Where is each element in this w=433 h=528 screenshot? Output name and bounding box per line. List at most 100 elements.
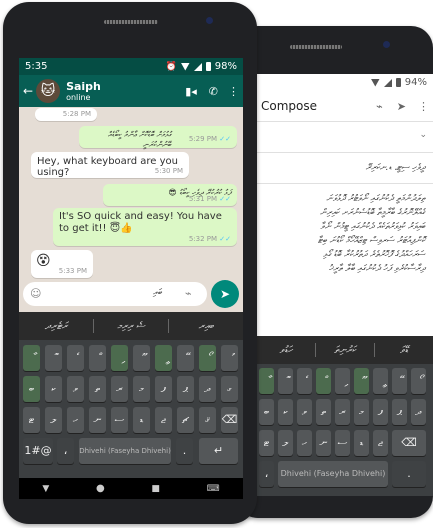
body-line: ގެއްލޭނޮރުގެ ބާރާމީތާ ބޮޑުސެނުރަށ ކައިރި… [320, 208, 425, 218]
key[interactable]: ޓ [23, 407, 40, 433]
send-button[interactable]: ➤ [211, 280, 239, 308]
contact-block[interactable]: Saiph online [66, 80, 101, 102]
recents-nav-icon[interactable]: ■ [151, 484, 160, 494]
key[interactable]: ގ [221, 376, 238, 402]
key[interactable]: ޯ [411, 368, 426, 394]
emoji-icon[interactable]: ☺ [30, 287, 41, 300]
comma-key[interactable]: ، [259, 461, 274, 487]
key[interactable]: ފ [155, 376, 172, 402]
key[interactable]: ް [89, 345, 106, 371]
key[interactable]: ޓ [259, 430, 274, 456]
chevron-down-icon[interactable]: ⌄ [419, 130, 427, 140]
key[interactable]: ދ [199, 376, 216, 402]
key[interactable]: ކ [45, 376, 62, 402]
key[interactable]: ނ [89, 407, 106, 433]
key[interactable]: ތ [316, 399, 331, 425]
phone-call-icon[interactable]: ✆ [209, 85, 218, 98]
key[interactable]: ރ [335, 399, 350, 425]
message-outgoing[interactable]: ގުޅުމަށް ބޮޑުކޮށް ޢާންމު ކީބޯޑެއް ބޭނުން… [79, 126, 237, 149]
key[interactable]: ީ [155, 345, 172, 371]
more-icon[interactable]: ⋮ [228, 85, 239, 98]
key[interactable]: ބ [23, 376, 40, 402]
key[interactable]: މ [354, 399, 369, 425]
message-time: 5:33 PM [58, 267, 87, 275]
key[interactable]: ް [316, 368, 331, 394]
back-suggestion[interactable]: ކަރުނިތަ [316, 345, 374, 356]
keyboard-switch-icon[interactable]: ⌨ [207, 484, 220, 494]
enter-key[interactable]: ↵ [199, 438, 238, 464]
message-outgoing[interactable]: ފަޅު ކުރުކުރޭ ދިވެހި ކީބޯޑު 😎 5:31 PM ✓✓ [103, 184, 237, 206]
key[interactable]: ޕ [177, 376, 194, 402]
key[interactable]: ވ [67, 376, 84, 402]
key[interactable]: ޖ [155, 407, 172, 433]
space-key[interactable]: Dhivehi (Faseyha Dhivehi) [79, 438, 171, 464]
key[interactable]: ޫ [354, 368, 369, 394]
key[interactable]: ކ [278, 399, 293, 425]
key[interactable]: ޗ [177, 407, 194, 433]
attach-icon[interactable]: ⌁ [185, 287, 192, 300]
message-incoming[interactable]: 😵 5:33 PM [31, 250, 93, 278]
key[interactable]: ާ [23, 345, 40, 371]
email-body[interactable]: ތިލަދުންމަތީ ދެކުނުގައި ނޯވަޓުރު ދޮޅުވަނ… [257, 184, 433, 284]
key[interactable]: ޫ [133, 345, 150, 371]
key[interactable]: ވ [297, 399, 312, 425]
back-suggestion[interactable]: ހަޑުވ [257, 345, 315, 356]
back-status-bar: 94% [257, 74, 433, 91]
key[interactable]: ނ [316, 430, 331, 456]
key[interactable]: ޭ [392, 368, 407, 394]
key[interactable]: ޮ [278, 368, 293, 394]
symbols-key[interactable]: 1#@ [23, 438, 53, 464]
compose-field[interactable]: ☺ ބައި ⌁ [23, 282, 207, 306]
key[interactable]: ި [111, 345, 128, 371]
message-incoming[interactable]: 5:28 PM [35, 108, 97, 121]
key[interactable]: ޭ [177, 345, 194, 371]
period-key[interactable]: . [392, 461, 426, 487]
key[interactable]: ޯ [199, 345, 216, 371]
key[interactable]: ޮ [45, 345, 62, 371]
back-suggestion-strip: ހަޑުވ ކަރުނިތަ ޑޭވަ [257, 336, 433, 364]
home-nav-icon[interactable]: ● [96, 483, 105, 494]
key[interactable]: ދ [411, 399, 426, 425]
suggestion[interactable]: ބއިރ [169, 321, 243, 332]
key[interactable]: ެ [297, 368, 312, 394]
key[interactable]: ޤ [199, 407, 216, 433]
key[interactable]: މ [133, 376, 150, 402]
key[interactable]: ޖ [373, 430, 388, 456]
backspace-key[interactable]: ⌫ [392, 430, 426, 456]
key[interactable]: ފ [373, 399, 388, 425]
back-arrow-icon[interactable]: ← [23, 84, 33, 98]
key[interactable]: ޑ [133, 407, 150, 433]
key[interactable]: ޕ [392, 399, 407, 425]
back-nav-icon[interactable]: ▼ [42, 484, 49, 494]
send-icon[interactable]: ➤ [397, 100, 406, 113]
back-suggestion[interactable]: ޑޭވަ [375, 345, 433, 356]
key[interactable]: ރ [111, 376, 128, 402]
key[interactable]: ެ [67, 345, 84, 371]
comma-key[interactable]: ، [57, 438, 74, 464]
more-icon[interactable]: ⋮ [418, 100, 429, 113]
message-incoming[interactable]: Hey, what keyboard are you using? 5:30 P… [31, 152, 189, 178]
avatar[interactable]: 🐱 [36, 79, 61, 103]
key[interactable]: ހ [67, 407, 84, 433]
key[interactable]: ާ [259, 368, 274, 394]
suggestion[interactable]: ރަޓެރިދ [19, 321, 93, 332]
key[interactable]: ތ [89, 376, 106, 402]
key[interactable]: ބ [259, 399, 274, 425]
key[interactable]: ލ [45, 407, 62, 433]
key[interactable]: ޑ [354, 430, 369, 456]
key[interactable]: ި [335, 368, 350, 394]
video-call-icon[interactable]: ▮◂ [185, 85, 197, 98]
key[interactable]: ސ [111, 407, 128, 433]
key[interactable]: ހ [297, 430, 312, 456]
attach-icon[interactable]: ⌁ [376, 100, 383, 113]
period-key[interactable]: . [176, 438, 193, 464]
key[interactable]: ީ [373, 368, 388, 394]
key[interactable]: ސ [335, 430, 350, 456]
message-outgoing[interactable]: It's SO quick and easy! You have to get … [53, 208, 237, 246]
backspace-key[interactable]: ⌫ [221, 407, 238, 433]
suggestion[interactable]: ޝެ ރިރިމ [94, 321, 168, 332]
space-key[interactable]: Dhivehi (Faseyha Dhivehi) [278, 461, 388, 487]
key[interactable]: ލ [278, 430, 293, 456]
subject-field[interactable]: ދީވެހި ސިޓީ، ޑ.ނކަރިރޭ [257, 153, 433, 184]
key[interactable]: ު [221, 345, 238, 371]
